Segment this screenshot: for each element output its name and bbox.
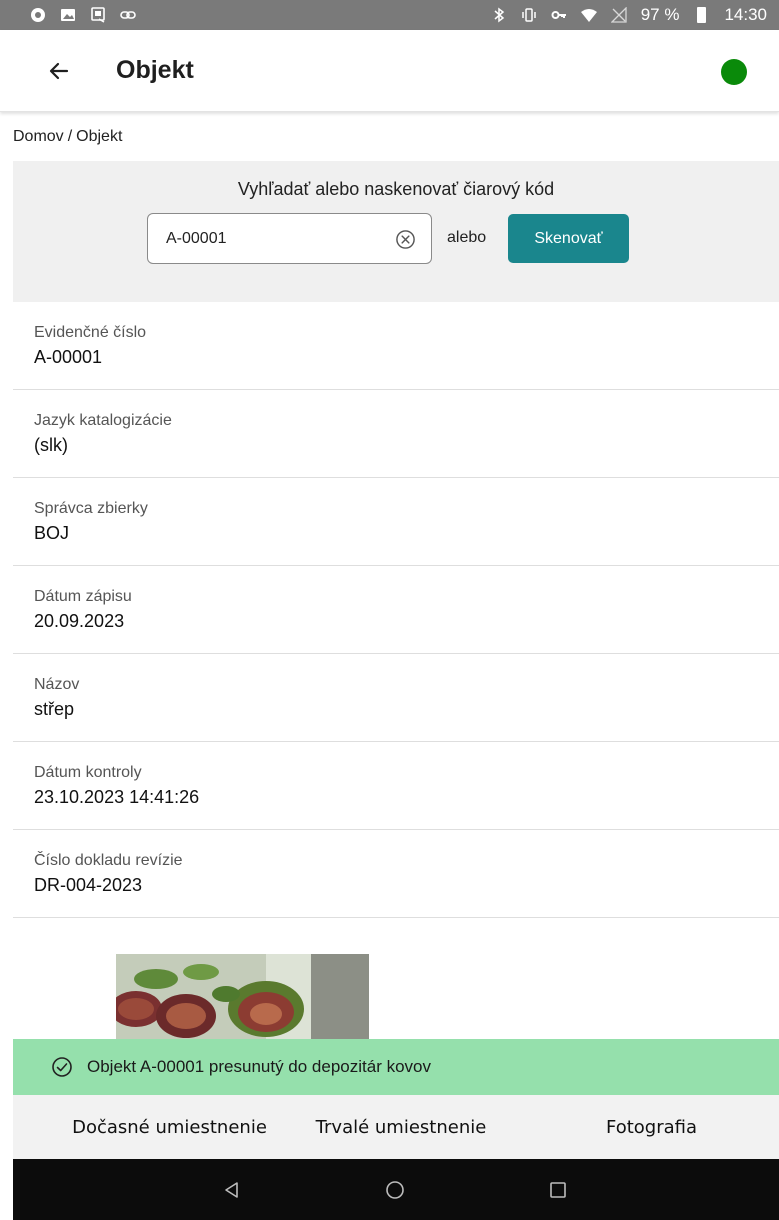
page-title: Objekt bbox=[116, 56, 194, 84]
field-value: střep bbox=[34, 699, 75, 719]
breadcrumb: Domov / Objekt bbox=[13, 128, 122, 146]
app-notification-icon bbox=[31, 8, 45, 22]
vpn-key-icon bbox=[551, 11, 566, 19]
clock: 14:30 bbox=[724, 5, 767, 24]
field-label: Evidenčné číslo bbox=[34, 324, 147, 341]
nav-back-icon bbox=[225, 1182, 238, 1198]
or-text: alebo bbox=[447, 229, 487, 246]
app-bar: Objekt bbox=[0, 30, 779, 112]
field-label: Jazyk katalogizácie bbox=[34, 412, 172, 429]
photo-image bbox=[116, 954, 369, 1040]
bluetooth-icon bbox=[494, 7, 504, 23]
tab-temporary-location[interactable]: Dočasné umiestnenie bbox=[53, 1095, 286, 1159]
connection-status-indicator bbox=[721, 59, 747, 85]
field-evidence-number: Evidenčné číslo A-00001 bbox=[13, 302, 779, 390]
nav-recents-icon bbox=[550, 1182, 566, 1198]
search-panel: Vyhľadať alebo naskenovať čiarový kód al… bbox=[13, 161, 779, 302]
field-label: Správca zbierky bbox=[34, 500, 148, 517]
field-value: BOJ bbox=[34, 523, 70, 543]
field-value: 20.09.2023 bbox=[34, 611, 125, 631]
nav-recents-button[interactable] bbox=[543, 1175, 573, 1205]
screen: 97 % 14:30 Objekt Domov / Objekt Vyhľada… bbox=[0, 0, 779, 1220]
field-collection-manager: Správca zbierky BOJ bbox=[13, 478, 779, 566]
field-label: Číslo dokladu revízie bbox=[34, 852, 183, 869]
screenshot-icon bbox=[91, 7, 105, 23]
nav-home-icon bbox=[386, 1181, 404, 1199]
field-check-date: Dátum kontroly 23.10.2023 14:41:26 bbox=[13, 742, 779, 830]
field-name: Názov střep bbox=[13, 654, 779, 742]
nav-home-button[interactable] bbox=[380, 1175, 410, 1205]
link-icon bbox=[120, 11, 136, 19]
field-value: DR-004-2023 bbox=[34, 875, 143, 895]
object-photo[interactable] bbox=[116, 954, 369, 1040]
field-value: (slk) bbox=[34, 435, 68, 455]
status-bar-right: 97 % 14:30 bbox=[491, 5, 767, 25]
back-button[interactable] bbox=[44, 56, 74, 86]
field-label: Dátum zápisu bbox=[34, 588, 132, 605]
breadcrumb-separator: / bbox=[67, 128, 73, 145]
no-signal-icon bbox=[610, 7, 627, 23]
status-bar: 97 % 14:30 bbox=[0, 0, 779, 30]
field-revision-document: Číslo dokladu revízie DR-004-2023 bbox=[13, 830, 779, 918]
search-input[interactable] bbox=[166, 214, 386, 263]
toast-message: Objekt A-00001 presunutý do depozitár ko… bbox=[87, 1057, 431, 1076]
battery-percent: 97 % bbox=[640, 5, 680, 24]
tab-permanent-location[interactable]: Trvalé umiestnenie bbox=[302, 1095, 500, 1159]
field-entry-date: Dátum zápisu 20.09.2023 bbox=[13, 566, 779, 654]
breadcrumb-current: Objekt bbox=[76, 128, 123, 145]
wifi-icon bbox=[580, 9, 597, 22]
object-detail-list: Evidenčné číslo A-00001 Jazyk katalogizá… bbox=[13, 302, 779, 918]
battery-icon bbox=[697, 7, 707, 23]
vibrate-icon bbox=[521, 8, 536, 22]
search-label: Vyhľadať alebo naskenovať čiarový kód bbox=[237, 179, 555, 199]
field-label: Dátum kontroly bbox=[34, 764, 142, 781]
field-value: A-00001 bbox=[34, 347, 103, 367]
image-icon bbox=[61, 9, 75, 21]
tab-photography[interactable]: Fotografia bbox=[578, 1095, 725, 1159]
bottom-tab-bar: Dočasné umiestnenie Trvalé umiestnenie F… bbox=[13, 1095, 779, 1159]
field-catalog-language: Jazyk katalogizácie (slk) bbox=[13, 390, 779, 478]
success-toast: Objekt A-00001 presunutý do depozitár ko… bbox=[13, 1039, 779, 1095]
breadcrumb-home[interactable]: Domov bbox=[13, 128, 64, 146]
search-box bbox=[147, 213, 432, 264]
check-circle-icon bbox=[52, 1057, 72, 1077]
field-value: 23.10.2023 14:41:26 bbox=[34, 787, 200, 807]
system-navigation-bar bbox=[13, 1159, 779, 1220]
nav-back-button[interactable] bbox=[217, 1175, 247, 1205]
status-bar-left bbox=[30, 7, 136, 23]
clear-icon[interactable] bbox=[395, 229, 416, 250]
arrow-left-icon bbox=[49, 62, 69, 80]
scan-button[interactable]: Skenovať bbox=[508, 214, 629, 263]
field-label: Názov bbox=[34, 676, 80, 693]
